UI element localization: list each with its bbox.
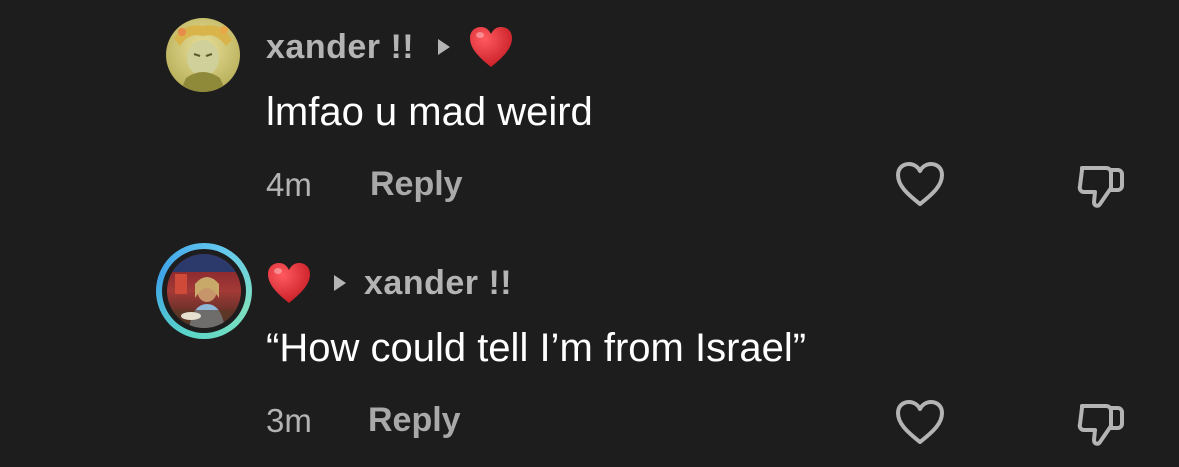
avatar[interactable] <box>156 243 252 339</box>
author-name[interactable]: xander !! <box>266 28 414 67</box>
reply-arrow-icon <box>334 275 346 291</box>
thumbs-down-outline-icon[interactable] <box>1074 398 1128 450</box>
comment-text: lmfao u mad weird <box>266 90 593 134</box>
comment-1: xander !! lmfao u mad weird 4m Reply <box>0 0 1179 230</box>
heart-emoji-icon[interactable] <box>468 25 514 69</box>
reply-target-name[interactable]: xander !! <box>364 264 512 303</box>
reply-button[interactable]: Reply <box>368 401 461 440</box>
comment-header: xander !! <box>266 260 512 306</box>
reply-arrow-icon <box>438 39 451 55</box>
comment-header: xander !! <box>266 24 514 70</box>
timestamp: 3m <box>266 402 312 439</box>
reply-button[interactable]: Reply <box>370 165 463 204</box>
heart-outline-icon[interactable] <box>894 398 946 446</box>
heart-emoji-icon[interactable] <box>266 261 312 305</box>
comment-2: xander !! “How could tell I’m from Israe… <box>0 230 1179 467</box>
thumbs-down-outline-icon[interactable] <box>1074 160 1128 212</box>
comment-text: “How could tell I’m from Israel” <box>266 326 807 370</box>
timestamp: 4m <box>266 166 312 203</box>
heart-outline-icon[interactable] <box>894 160 946 208</box>
avatar[interactable] <box>166 18 240 92</box>
photo-avatar-image <box>167 254 241 328</box>
anime-avatar-image <box>166 18 240 92</box>
